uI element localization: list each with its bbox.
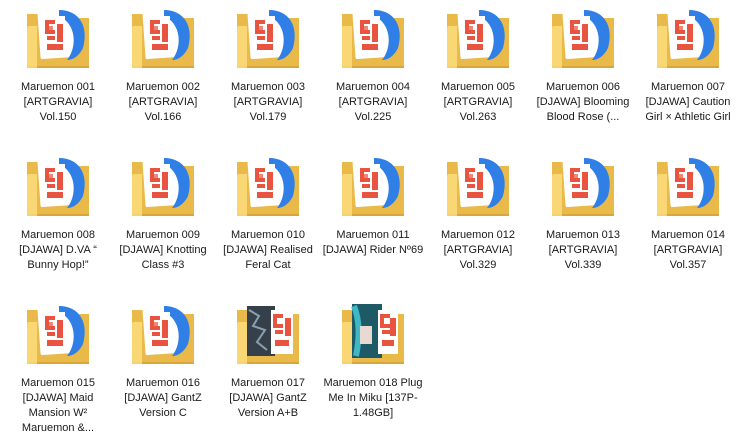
folder-icon [443, 4, 513, 72]
folder-label: Maruemon 009 [DJAWA] Knotting Class #3 [119, 229, 207, 271]
folder-label: Maruemon 003 [ARTGRAVIA] Vol.179 [231, 81, 305, 123]
folder-item[interactable]: Maruemon 013 [ARTGRAVIA] Vol.339 [532, 150, 634, 273]
folder-label: Maruemon 017 [DJAWA] GantZ Version A+B [229, 377, 307, 419]
folder-icon [128, 152, 198, 220]
folder-icon [128, 300, 198, 368]
folder-label: Maruemon 004 [ARTGRAVIA] Vol.225 [336, 81, 410, 123]
folder-item[interactable]: Maruemon 005 [ARTGRAVIA] Vol.263 [427, 2, 529, 125]
folder-item[interactable]: Maruemon 011 [DJAWA] Rider Nº69 [322, 150, 424, 258]
folder-item[interactable]: Maruemon 006 [DJAWA] Blooming Blood Rose… [532, 2, 634, 125]
folder-icon [23, 300, 93, 368]
folder-label: Maruemon 014 [ARTGRAVIA] Vol.357 [651, 229, 725, 271]
file-grid: Maruemon 001 [ARTGRAVIA] Vol.150 Maruemon… [0, 0, 750, 446]
folder-item[interactable]: Maruemon 003 [ARTGRAVIA] Vol.179 [217, 2, 319, 125]
folder-icon [233, 4, 303, 72]
folder-label: Maruemon 002 [ARTGRAVIA] Vol.166 [126, 81, 200, 123]
folder-item[interactable]: Maruemon 014 [ARTGRAVIA] Vol.357 [637, 150, 739, 273]
folder-icon [23, 4, 93, 72]
folder-item[interactable]: Maruemon 012 [ARTGRAVIA] Vol.329 [427, 150, 529, 273]
folder-item[interactable]: Maruemon 004 [ARTGRAVIA] Vol.225 [322, 2, 424, 125]
folder-icon [338, 4, 408, 72]
folder-item[interactable]: Maruemon 016 [DJAWA] GantZ Version C [112, 298, 214, 421]
folder-label: Maruemon 015 [DJAWA] Maid Mansion W² Mar… [21, 377, 95, 434]
folder-icon [653, 152, 723, 220]
folder-label: Maruemon 013 [ARTGRAVIA] Vol.339 [546, 229, 620, 271]
folder-label: Maruemon 007 [DJAWA] Caution Girl × Athl… [645, 81, 731, 123]
folder-label: Maruemon 012 [ARTGRAVIA] Vol.329 [441, 229, 515, 271]
folder-icon [443, 152, 513, 220]
folder-label: Maruemon 011 [DJAWA] Rider Nº69 [322, 229, 424, 256]
folder-label: Maruemon 016 [DJAWA] GantZ Version C [124, 377, 202, 419]
folder-icon [128, 4, 198, 72]
folder-icon [233, 152, 303, 220]
folder-item[interactable]: Maruemon 008 [DJAWA] D.VA “ Bunny Hop!” [7, 150, 109, 273]
folder-item[interactable]: Maruemon 015 [DJAWA] Maid Mansion W² Mar… [7, 298, 109, 436]
folder-item[interactable]: Maruemon 009 [DJAWA] Knotting Class #3 [112, 150, 214, 273]
folder-icon [338, 300, 408, 368]
folder-item[interactable]: Maruemon 002 [ARTGRAVIA] Vol.166 [112, 2, 214, 125]
folder-label: Maruemon 010 [DJAWA] Realised Feral Cat [223, 229, 313, 271]
folder-label: Maruemon 008 [DJAWA] D.VA “ Bunny Hop!” [19, 229, 97, 271]
folder-item[interactable]: Maruemon 018 Plug Me In Miku [137P-1.48G… [322, 298, 424, 421]
folder-item[interactable]: Maruemon 001 [ARTGRAVIA] Vol.150 [7, 2, 109, 125]
folder-icon [548, 152, 618, 220]
folder-label: Maruemon 018 Plug Me In Miku [137P-1.48G… [323, 377, 423, 419]
folder-item[interactable]: Maruemon 007 [DJAWA] Caution Girl × Athl… [637, 2, 739, 125]
folder-item[interactable]: Maruemon 010 [DJAWA] Realised Feral Cat [217, 150, 319, 273]
folder-icon [653, 4, 723, 72]
folder-icon [233, 300, 303, 368]
folder-icon [23, 152, 93, 220]
folder-label: Maruemon 006 [DJAWA] Blooming Blood Rose… [536, 81, 630, 123]
folder-label: Maruemon 001 [ARTGRAVIA] Vol.150 [21, 81, 95, 123]
folder-label: Maruemon 005 [ARTGRAVIA] Vol.263 [441, 81, 515, 123]
folder-icon [338, 152, 408, 220]
folder-item[interactable]: Maruemon 017 [DJAWA] GantZ Version A+B [217, 298, 319, 421]
folder-icon [548, 4, 618, 72]
